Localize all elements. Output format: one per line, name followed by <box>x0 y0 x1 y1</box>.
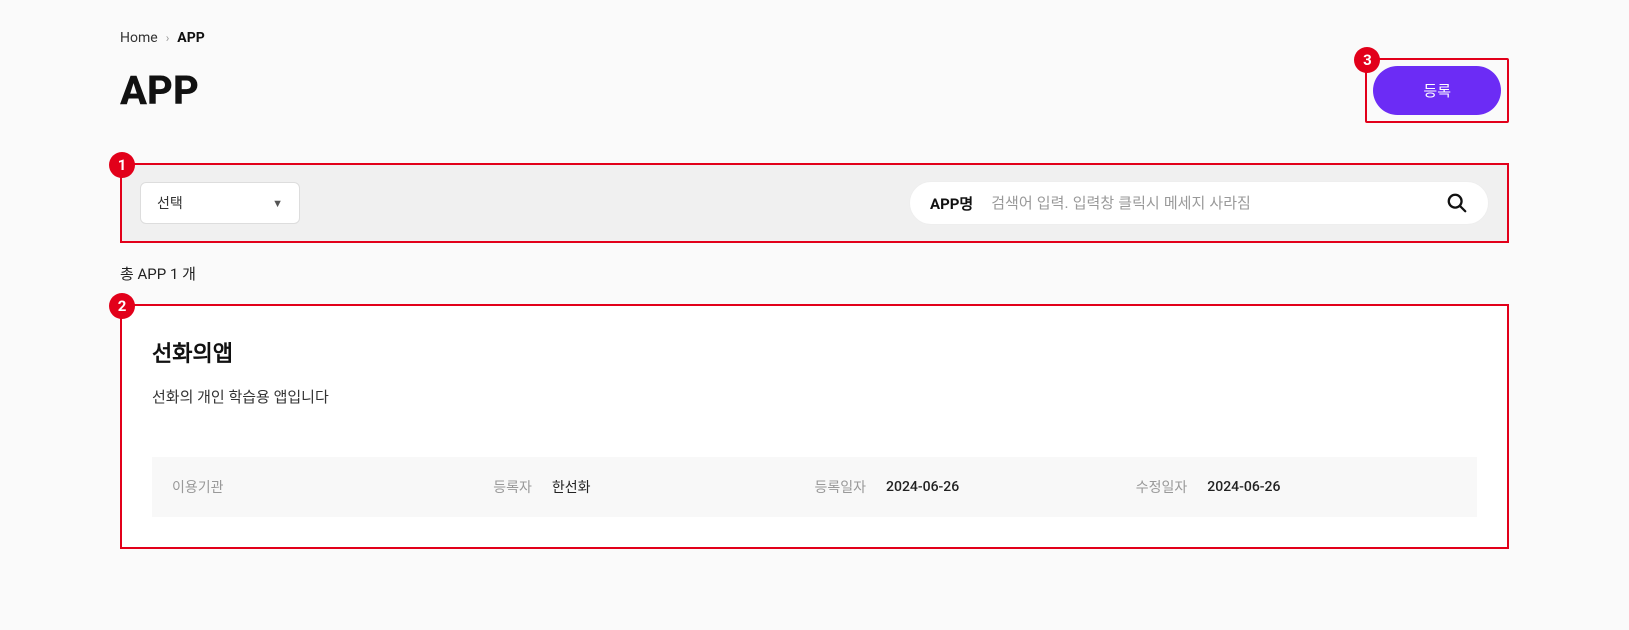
chevron-down-icon: ▼ <box>272 197 283 210</box>
callout-badge-2: 2 <box>109 293 135 319</box>
register-callout-wrap: 3 등록 <box>1365 58 1509 123</box>
meta-registrar-value: 한선화 <box>552 477 591 497</box>
search-input[interactable] <box>991 195 1428 212</box>
breadcrumb-home[interactable]: Home <box>120 30 158 46</box>
page-title: APP <box>120 67 199 114</box>
register-button[interactable]: 등록 <box>1373 66 1501 115</box>
chevron-right-icon: › <box>166 31 170 45</box>
card-callout-wrap: 2 선화의앱 선화의 개인 학습용 앱입니다 이용기관 등록자 한선화 등록일자… <box>120 304 1509 549</box>
breadcrumb: Home › APP <box>120 30 1509 46</box>
search-icon[interactable] <box>1446 192 1468 214</box>
meta-institution-label: 이용기관 <box>172 477 224 497</box>
search-label: APP명 <box>930 193 973 214</box>
callout-badge-3: 3 <box>1354 47 1380 73</box>
card-desc: 선화의 개인 학습용 앱입니다 <box>152 386 1477 407</box>
filter-callout-wrap: 1 선택 ▼ APP명 <box>120 163 1509 243</box>
filter-select[interactable]: 선택 ▼ <box>140 182 300 224</box>
meta-updated-label: 수정일자 <box>1136 477 1188 497</box>
search-box: APP명 <box>909 181 1489 225</box>
header-row: APP 3 등록 <box>120 58 1509 123</box>
filter-bar: 선택 ▼ APP명 <box>122 165 1507 241</box>
callout-badge-1: 1 <box>109 152 135 178</box>
card-title: 선화의앱 <box>152 336 1477 368</box>
meta-registrar: 등록자 한선화 <box>493 477 814 497</box>
breadcrumb-current: APP <box>177 30 204 46</box>
meta-updated: 수정일자 2024-06-26 <box>1136 477 1457 497</box>
meta-updated-value: 2024-06-26 <box>1207 479 1280 495</box>
meta-registrar-label: 등록자 <box>493 477 532 497</box>
card-meta-row: 이용기관 등록자 한선화 등록일자 2024-06-26 수정일자 2024-0… <box>152 457 1477 517</box>
count-text: 총 APP 1 개 <box>120 263 1509 284</box>
meta-created-value: 2024-06-26 <box>886 479 959 495</box>
filter-select-label: 선택 <box>157 193 183 213</box>
meta-created-label: 등록일자 <box>815 477 867 497</box>
meta-created: 등록일자 2024-06-26 <box>815 477 1136 497</box>
app-card[interactable]: 선화의앱 선화의 개인 학습용 앱입니다 이용기관 등록자 한선화 등록일자 2… <box>122 306 1507 547</box>
meta-institution: 이용기관 <box>172 477 493 497</box>
